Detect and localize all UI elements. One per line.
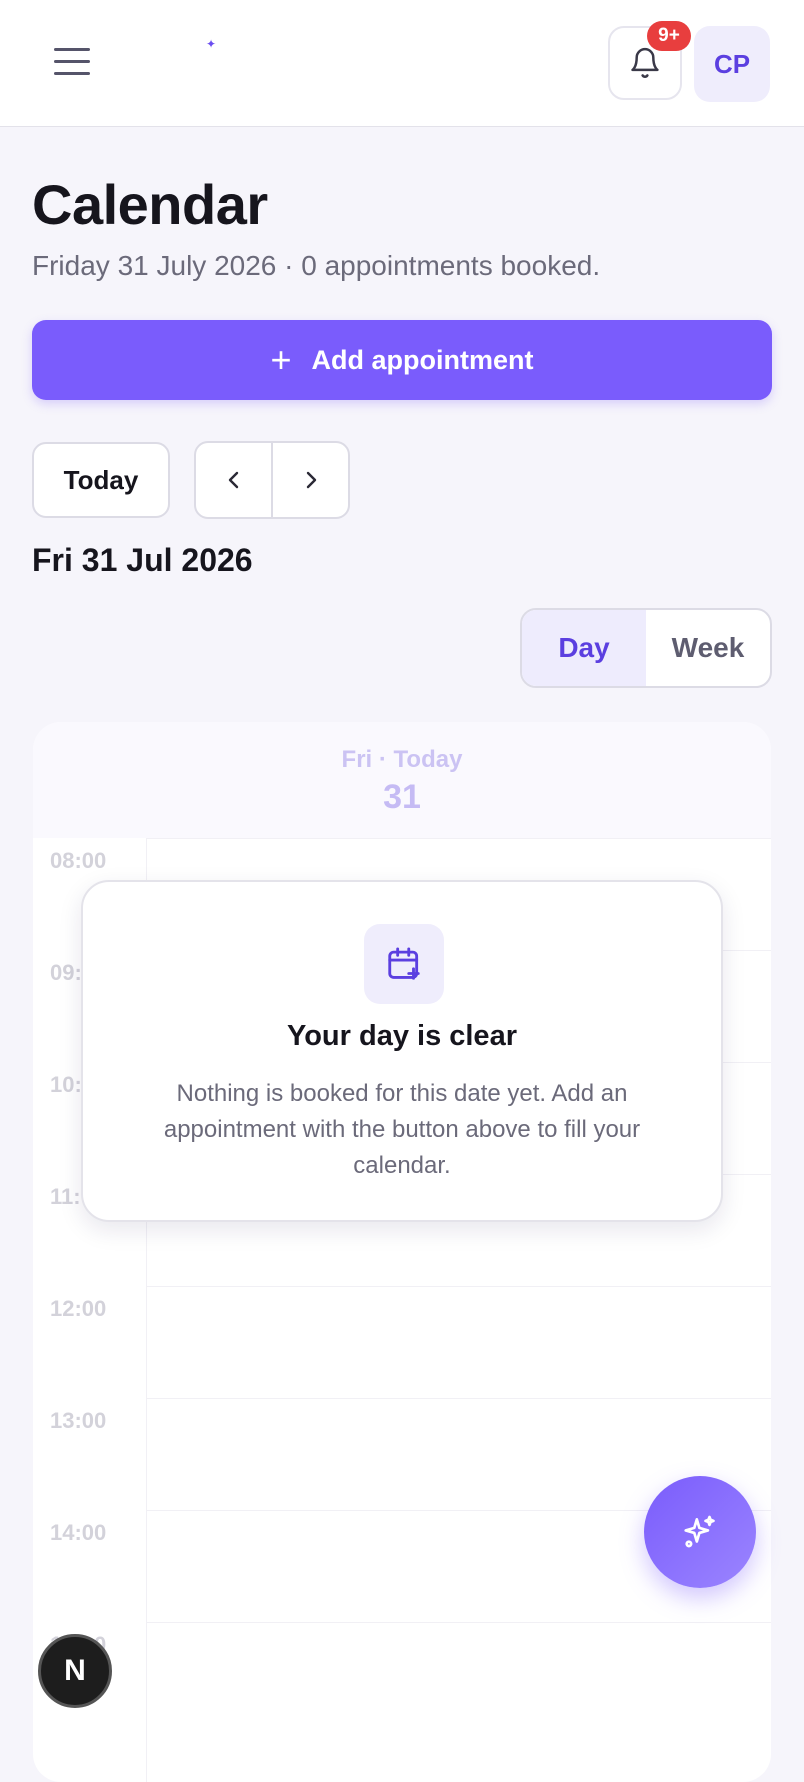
- time-slot-row[interactable]: [146, 1286, 771, 1399]
- page-subtitle: Friday 31 July 2026 · 0 appointments boo…: [32, 250, 601, 281]
- calendar-plus-icon: [364, 924, 444, 1004]
- day-column-number: 31: [383, 778, 421, 816]
- empty-state-title: Your day is clear: [287, 1020, 517, 1052]
- empty-state-card: Your day is clear Nothing is booked for …: [81, 880, 723, 1222]
- next-day-button[interactable]: [271, 443, 348, 517]
- dev-tools-badge[interactable]: N: [38, 1634, 112, 1708]
- day-column-label: Fri · Today: [341, 746, 463, 773]
- chevron-right-icon: [306, 471, 316, 489]
- add-appointment-button[interactable]: + Add appointment: [32, 320, 772, 400]
- current-date-heading: Fri 31 Jul 2026: [32, 542, 253, 578]
- add-appointment-label: Add appointment: [311, 344, 534, 375]
- day-column-header: Fri · Today 31: [33, 722, 771, 838]
- top-bar: ✦ 9+ CP: [0, 0, 804, 127]
- time-slot-label: 14:00: [50, 1520, 107, 1545]
- time-slot-label: 08:00: [50, 848, 107, 873]
- time-slot-row[interactable]: [146, 1622, 771, 1735]
- time-slot-label: 12:00: [50, 1296, 107, 1321]
- notification-count-badge: 9+: [647, 21, 691, 51]
- date-navigation: [194, 441, 350, 519]
- empty-state-message: Nothing is booked for this date yet. Add…: [163, 1080, 641, 1179]
- sparkles-icon: [684, 1515, 715, 1548]
- assistant-button[interactable]: [644, 1476, 756, 1588]
- plus-icon: +: [270, 339, 292, 380]
- chevron-left-icon: [228, 471, 238, 489]
- view-toggle: Day Week: [520, 608, 772, 688]
- time-slot-label: 13:00: [50, 1408, 107, 1433]
- previous-day-button[interactable]: [196, 443, 271, 517]
- page-title: Calendar: [32, 173, 268, 236]
- hamburger-menu-icon[interactable]: [54, 48, 90, 78]
- user-avatar[interactable]: CP: [694, 26, 770, 102]
- today-button[interactable]: Today: [32, 442, 170, 518]
- day-view-tab[interactable]: Day: [522, 610, 646, 686]
- week-view-tab[interactable]: Week: [646, 610, 770, 686]
- logo-sparkle-icon: ✦: [206, 37, 217, 51]
